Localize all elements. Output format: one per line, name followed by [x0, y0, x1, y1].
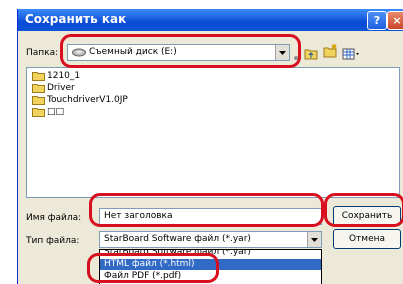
- chevron-down-icon: [311, 237, 318, 242]
- file-list[interactable]: 1210_1 Driver TouchdriverV1.0JP □□: [26, 67, 400, 198]
- location-combo[interactable]: Съемный диск (E:): [67, 44, 290, 61]
- filetype-label: Тип файла:: [26, 236, 80, 246]
- chevron-down-icon: [279, 50, 286, 55]
- list-item[interactable]: 1210_1: [32, 70, 80, 82]
- filetype-options[interactable]: StarBoard Software файл (*.yar) HTML фай…: [99, 249, 322, 284]
- window-title: Сохранить как: [25, 12, 127, 26]
- list-item[interactable]: □□: [32, 106, 64, 118]
- removable-drive-icon: [72, 48, 86, 60]
- filename-input[interactable]: Нет заголовка: [99, 208, 322, 225]
- folder-icon: [32, 84, 45, 93]
- filetype-option-selected[interactable]: HTML файл (*.html): [100, 259, 321, 270]
- list-item[interactable]: TouchdriverV1.0JP: [32, 94, 128, 106]
- up-folder-icon[interactable]: [304, 45, 318, 64]
- filetype-dropdown-button[interactable]: [307, 232, 321, 247]
- filename-label: Имя файла:: [26, 213, 82, 223]
- new-folder-icon[interactable]: [323, 43, 339, 62]
- cancel-button[interactable]: Отмена: [333, 229, 401, 249]
- save-as-dialog: Сохранить как ? × Папка: Съемный диск (E…: [17, 9, 403, 284]
- location-dropdown-button[interactable]: [275, 45, 289, 60]
- save-button[interactable]: Сохранить: [333, 206, 401, 226]
- location-label: Папка:: [26, 48, 59, 58]
- back-icon[interactable]: [292, 47, 300, 66]
- close-button[interactable]: ×: [387, 11, 403, 30]
- title-bar[interactable]: Сохранить как ? ×: [18, 9, 403, 31]
- filetype-option[interactable]: Файл PDF (*.pdf): [100, 271, 321, 282]
- help-button[interactable]: ?: [367, 11, 387, 30]
- folder-icon: [32, 96, 45, 105]
- list-item[interactable]: Driver: [32, 82, 75, 94]
- location-value: Съемный диск (E:): [89, 47, 177, 57]
- folder-icon: [32, 72, 45, 81]
- filetype-select[interactable]: StarBoard Software файл (*.yar): [99, 231, 322, 248]
- filetype-option[interactable]: StarBoard Software файл (*.yar): [100, 250, 321, 258]
- folder-icon: [32, 108, 45, 117]
- view-menu-icon[interactable]: [342, 45, 360, 64]
